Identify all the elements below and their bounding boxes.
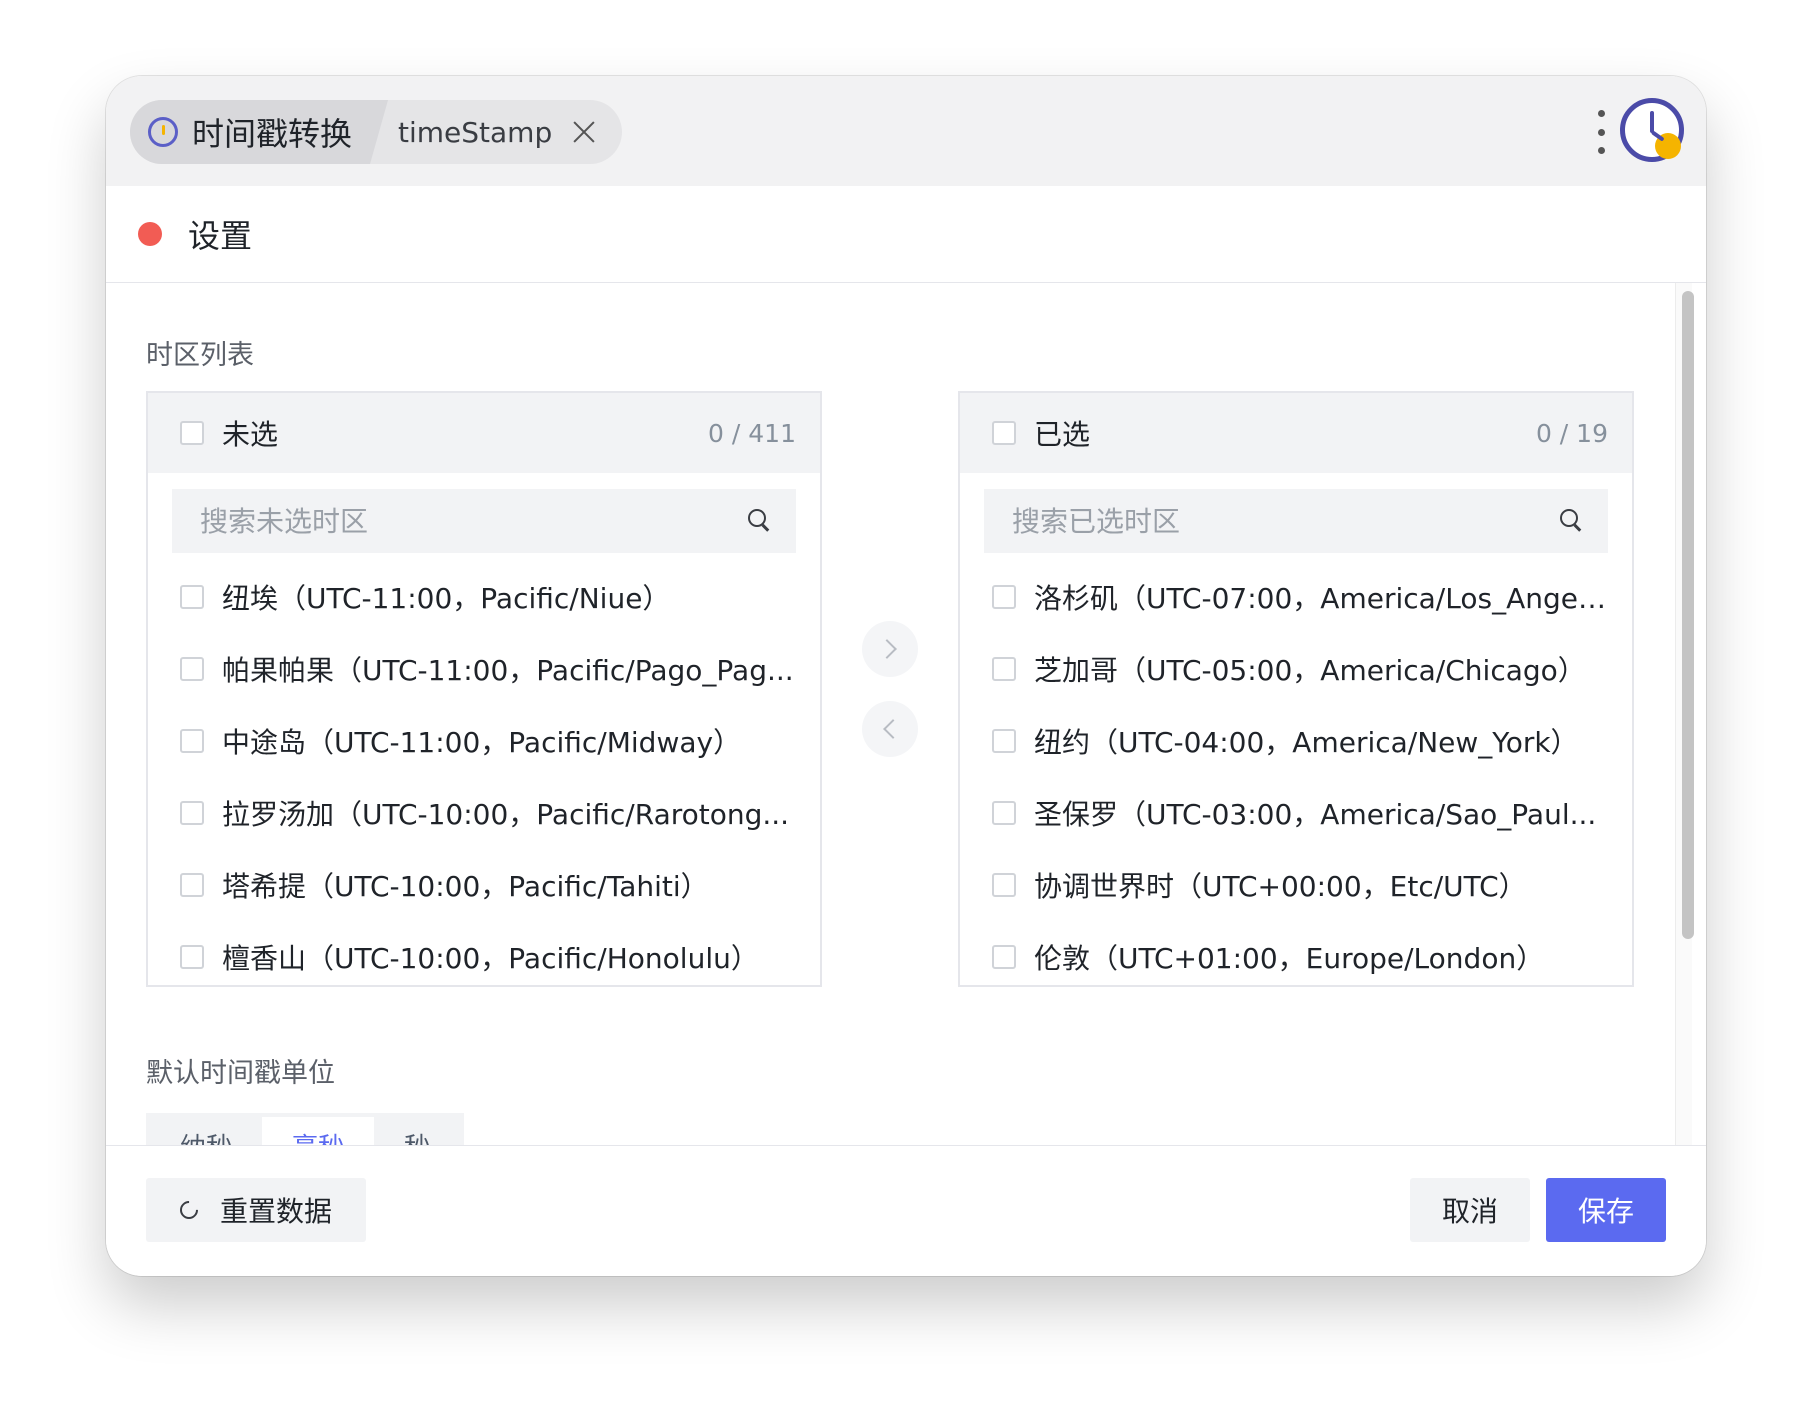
scrollbar-thumb[interactable] <box>1682 291 1694 939</box>
item-checkbox[interactable] <box>180 657 204 681</box>
list-item[interactable]: 纽约（UTC-04:00，America/New_York） <box>960 705 1632 777</box>
unselected-title: 未选 <box>222 418 279 451</box>
selected-panel: 已选 0 / 19 洛杉矶（UTC-07:00，America/Los_Ange… <box>958 391 1634 987</box>
page-title: 设置 <box>188 217 253 255</box>
item-checkbox[interactable] <box>180 945 204 969</box>
unit-option-second[interactable]: 秒 <box>374 1117 460 1146</box>
item-checkbox[interactable] <box>180 873 204 897</box>
timezone-section-title: 时区列表 <box>146 340 254 371</box>
selected-panel-header: 已选 0 / 19 <box>960 393 1632 473</box>
select-all-selected-checkbox[interactable] <box>992 421 1016 445</box>
list-item-label: 帕果帕果（UTC-11:00，Pacific/Pago_Pag... <box>222 654 794 687</box>
chevron-left-icon <box>883 719 903 739</box>
footer-bar: 重置数据 取消 保存 <box>106 1145 1706 1276</box>
refresh-icon <box>176 1197 202 1223</box>
item-checkbox[interactable] <box>992 729 1016 753</box>
settings-content: 时区列表 未选 0 / 411 纽埃（UTC-11:00，Pacific/Niu… <box>106 283 1706 1145</box>
list-item-label: 纽约（UTC-04:00，America/New_York） <box>1034 726 1579 759</box>
unit-option-nanosecond[interactable]: 纳秒 <box>150 1117 262 1146</box>
list-item[interactable]: 帕果帕果（UTC-11:00，Pacific/Pago_Pag... <box>148 633 820 705</box>
unselected-count: 0 / 411 <box>708 418 796 448</box>
list-item-label: 拉罗汤加（UTC-10:00，Pacific/Rarotong... <box>222 798 790 831</box>
more-vertical-icon[interactable] <box>1591 110 1611 154</box>
list-item-label: 伦敦（UTC+01:00，Europe/London） <box>1034 942 1545 975</box>
list-item[interactable]: 檀香山（UTC-10:00，Pacific/Honolulu） <box>148 921 820 985</box>
item-checkbox[interactable] <box>180 585 204 609</box>
unit-section-title: 默认时间戳单位 <box>146 1058 335 1089</box>
unselected-search-input[interactable] <box>198 503 748 539</box>
item-checkbox[interactable] <box>992 801 1016 825</box>
chevron-right-icon <box>877 639 897 659</box>
move-left-button[interactable] <box>862 701 918 757</box>
item-checkbox[interactable] <box>992 873 1016 897</box>
reset-data-button[interactable]: 重置数据 <box>146 1178 366 1242</box>
close-icon[interactable] <box>572 120 596 144</box>
title-bar: 时间戳转换 timeStamp <box>106 76 1706 186</box>
selected-search-input[interactable] <box>1010 503 1560 539</box>
unselected-panel-header: 未选 0 / 411 <box>148 393 820 473</box>
save-button[interactable]: 保存 <box>1546 1178 1666 1242</box>
item-checkbox[interactable] <box>180 729 204 753</box>
list-item[interactable]: 中途岛（UTC-11:00，Pacific/Midway） <box>148 705 820 777</box>
list-item[interactable]: 芝加哥（UTC-05:00，America/Chicago） <box>960 633 1632 705</box>
list-item[interactable]: 拉罗汤加（UTC-10:00，Pacific/Rarotong... <box>148 777 820 849</box>
unit-radio-group: 纳秒 毫秒 秒 <box>146 1113 465 1146</box>
cancel-button[interactable]: 取消 <box>1410 1178 1530 1242</box>
move-right-button[interactable] <box>862 621 918 677</box>
list-item[interactable]: 伦敦（UTC+01:00，Europe/London） <box>960 921 1632 985</box>
item-checkbox[interactable] <box>180 801 204 825</box>
selected-search-box <box>984 489 1608 553</box>
list-item[interactable]: 塔希提（UTC-10:00，Pacific/Tahiti） <box>148 849 820 921</box>
tab-main-label: 时间戳转换 <box>192 115 353 153</box>
app-window: 时间戳转换 timeStamp 设置 时区列表 未选 0 / 411 搜索未选时… <box>106 76 1706 1276</box>
unselected-search-box <box>172 489 796 553</box>
list-item-label: 中途岛（UTC-11:00，Pacific/Midway） <box>222 726 742 759</box>
list-item[interactable]: 圣保罗（UTC-03:00，America/Sao_Paul... <box>960 777 1632 849</box>
list-item-label: 洛杉矶（UTC-07:00，America/Los_Angel... <box>1034 582 1608 615</box>
select-all-unselected-checkbox[interactable] <box>180 421 204 445</box>
status-dot <box>138 222 162 246</box>
reset-data-label: 重置数据 <box>219 1195 332 1228</box>
selected-title: 已选 <box>1034 418 1091 451</box>
unit-option-millisecond[interactable]: 毫秒 <box>262 1117 375 1145</box>
item-checkbox[interactable] <box>992 585 1016 609</box>
list-item-label: 纽埃（UTC-11:00，Pacific/Niue） <box>222 582 671 615</box>
search-icon[interactable] <box>1560 509 1584 533</box>
unselected-panel: 未选 0 / 411 纽埃（UTC-11:00，Pacific/Niue） 帕果… <box>146 391 822 987</box>
search-icon[interactable] <box>748 509 772 533</box>
list-item-label: 协调世界时（UTC+00:00，Etc/UTC） <box>1034 870 1527 903</box>
item-checkbox[interactable] <box>992 657 1016 681</box>
clock-logo-icon <box>1620 98 1684 162</box>
list-item-label: 塔希提（UTC-10:00，Pacific/Tahiti） <box>222 870 709 903</box>
list-item-label: 檀香山（UTC-10:00，Pacific/Honolulu） <box>222 942 759 975</box>
list-item-label: 圣保罗（UTC-03:00，America/Sao_Paul... <box>1034 798 1597 831</box>
clock-icon <box>148 117 178 147</box>
selected-count: 0 / 19 <box>1535 418 1608 448</box>
tab-timestamp-converter[interactable]: 时间戳转换 <box>130 100 388 164</box>
list-item[interactable]: 协调世界时（UTC+00:00，Etc/UTC） <box>960 849 1632 921</box>
unselected-list: 纽埃（UTC-11:00，Pacific/Niue） 帕果帕果（UTC-11:0… <box>148 561 820 985</box>
list-item-label: 芝加哥（UTC-05:00，America/Chicago） <box>1034 654 1586 687</box>
selected-list: 洛杉矶（UTC-07:00，America/Los_Angel... 芝加哥（U… <box>960 561 1632 985</box>
item-checkbox[interactable] <box>992 945 1016 969</box>
tab-sub-label: timeStamp <box>398 115 553 149</box>
tab-bar: 时间戳转换 timeStamp <box>130 100 623 164</box>
list-item[interactable]: 洛杉矶（UTC-07:00，America/Los_Angel... <box>960 561 1632 633</box>
settings-header: 设置 <box>106 186 1706 283</box>
tab-timestamp-keyword[interactable]: timeStamp <box>388 100 622 164</box>
list-item[interactable]: 纽埃（UTC-11:00，Pacific/Niue） <box>148 561 820 633</box>
